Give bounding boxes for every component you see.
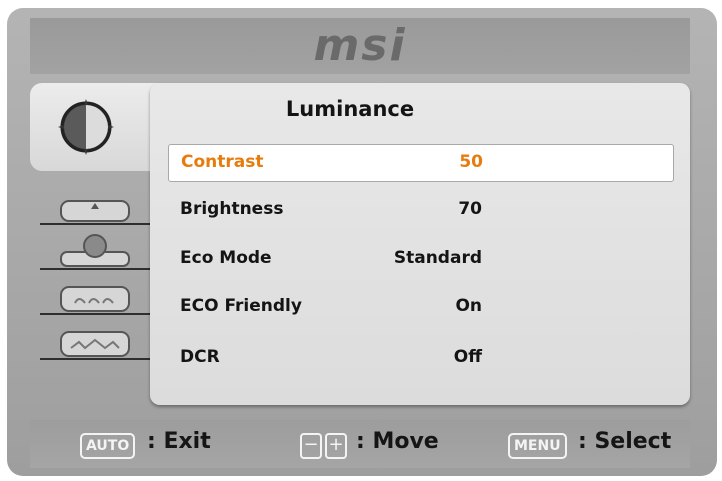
osd-setup-icon — [60, 286, 130, 312]
extra-icon — [60, 331, 130, 357]
tab-image-setup[interactable] — [40, 185, 150, 225]
move-hint: : Move — [356, 429, 439, 454]
menu-item-eco-mode[interactable]: Eco Mode Standard — [168, 241, 672, 277]
menu-item-value: Off — [453, 347, 482, 367]
menu-item-value: On — [455, 296, 482, 316]
tab-luminance[interactable] — [30, 83, 170, 171]
menu-item-label: DCR — [180, 347, 220, 367]
select-hint: : Select — [578, 429, 672, 454]
exit-hint: : Exit — [147, 429, 211, 454]
menu-item-value: 70 — [458, 199, 482, 219]
menu-item-dcr[interactable]: DCR Off — [168, 340, 672, 376]
menu-item-label: Brightness — [180, 199, 284, 219]
image-setup-icon — [60, 200, 130, 222]
auto-key[interactable]: AUTO — [80, 433, 136, 459]
luminance-icon — [58, 99, 114, 155]
tab-osd-setup[interactable] — [40, 275, 150, 315]
menu-item-contrast[interactable]: Contrast 50 — [168, 144, 674, 182]
menu-key[interactable]: MENU — [508, 433, 567, 459]
tab-color-temp[interactable] — [40, 230, 150, 270]
footer-hint-bar: AUTO : Exit − + : Move MENU : Select — [30, 420, 690, 468]
brand-logo: msi — [313, 20, 407, 71]
panel-title: Luminance — [285, 97, 415, 121]
tab-extra[interactable] — [40, 320, 150, 360]
menu-item-label: Eco Mode — [180, 248, 272, 268]
plus-key[interactable]: + — [325, 433, 347, 459]
menu-item-eco-friendly[interactable]: ECO Friendly On — [168, 289, 672, 325]
menu-item-label: ECO Friendly — [180, 296, 302, 316]
menu-item-brightness[interactable]: Brightness 70 — [168, 192, 672, 228]
menu-item-label: Contrast — [181, 152, 264, 172]
luminance-panel: Luminance Contrast 50 Brightness 70 Eco … — [150, 83, 690, 405]
menu-item-value: 50 — [459, 152, 483, 172]
brand-bar: msi — [30, 18, 690, 74]
menu-item-value: Standard — [393, 248, 482, 268]
color-temp-icon — [60, 234, 130, 267]
minus-key[interactable]: − — [300, 433, 322, 459]
